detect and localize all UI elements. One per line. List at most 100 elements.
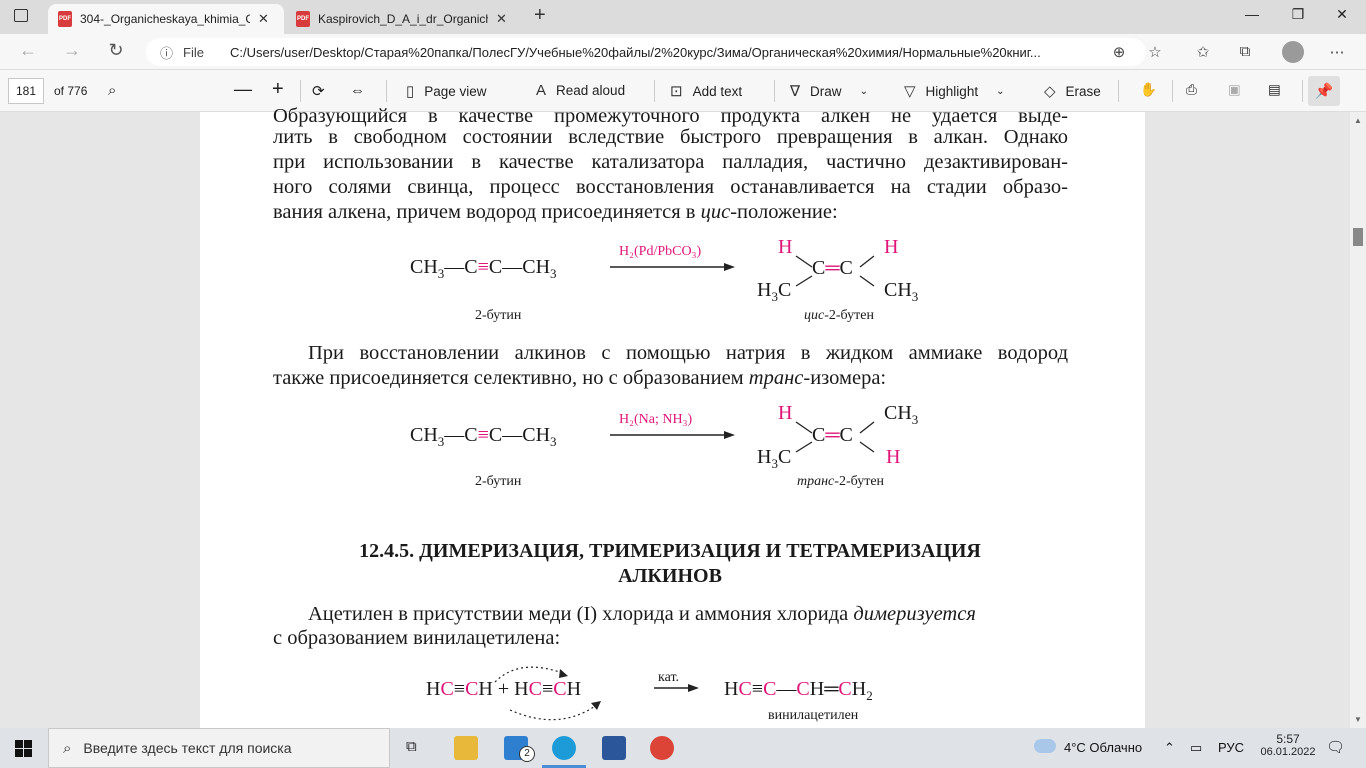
print-icon[interactable]: ⎙ — [1186, 82, 1197, 98]
info-icon[interactable]: ⓘ — [160, 43, 173, 62]
clock-time: 5:57 — [1276, 732, 1300, 746]
window-close-icon[interactable]: ✕ — [1322, 6, 1362, 23]
paragraph-line: также присоединяется селективно, но с об… — [273, 367, 887, 389]
pdf-icon: PDF — [296, 11, 310, 27]
bonds — [795, 421, 875, 453]
clock[interactable]: 5:57 06.01.2022 — [1260, 732, 1315, 758]
butyne-formula: CH3—C≡C—CH3 — [410, 256, 557, 281]
close-icon[interactable]: ✕ — [496, 11, 507, 27]
collections-icon[interactable]: ⧉ — [1234, 43, 1256, 60]
page-view-label: Page view — [424, 83, 487, 99]
tab-actions-icon[interactable] — [14, 9, 28, 22]
page-total: of 776 — [54, 84, 88, 98]
fit-icon[interactable]: ⇔ — [350, 82, 365, 99]
paragraph-line: ного солями свинца, процесс восстановлен… — [273, 176, 1068, 198]
caption: 2-бутин — [475, 308, 522, 323]
url-field[interactable]: ⓘ File C:/Users/user/Desktop/Старая%20па… — [146, 38, 1146, 66]
favorite-add-icon[interactable]: ☆ — [1144, 43, 1166, 61]
mail-badge: 2 — [519, 746, 535, 762]
save-as-icon[interactable]: ▤ — [1268, 82, 1281, 98]
add-text-label: Add text — [692, 83, 743, 99]
read-aloud-icon: A — [536, 82, 547, 99]
notifications-icon[interactable]: 🗨 — [1326, 738, 1345, 756]
methyl-group: H3C — [757, 279, 792, 304]
taskbar-search-input[interactable]: ⌕ Введите здесь текст для поиска — [48, 728, 390, 768]
address-bar: ← → ↻ ⓘ File C:/Users/user/Desktop/Стара… — [0, 34, 1366, 70]
highlight-label: Highlight — [925, 83, 979, 99]
profile-avatar[interactable] — [1282, 41, 1304, 63]
restore-icon[interactable]: ❐ — [1278, 6, 1318, 23]
touch-icon[interactable]: ✋ — [1140, 82, 1157, 98]
bonds — [795, 255, 875, 287]
caption: транс-2-бутен — [797, 474, 885, 489]
windows-start-icon[interactable] — [15, 740, 32, 757]
reagent-label: H₂(Na; NH₃) — [619, 412, 693, 427]
caption: 2-бутин — [475, 474, 522, 489]
draw-label: Draw — [810, 83, 842, 99]
zoom-icon[interactable]: ⊕ — [1108, 43, 1130, 61]
text-box-icon: ⊡ — [670, 83, 683, 100]
refresh-icon[interactable]: ↻ — [104, 40, 128, 61]
tab-0[interactable]: PDF 304-_Organicheskaya_khimia_Ch ✕ — [48, 4, 284, 34]
file-label: File — [183, 44, 204, 60]
vinylacetylene-formula: HC≡C—CH═CH2 — [724, 678, 873, 703]
read-aloud-button[interactable]: A Read aloud — [536, 82, 625, 99]
erase-label: Erase — [1065, 83, 1101, 99]
paragraph-line: вания алкена, причем водород присоединяе… — [273, 201, 838, 223]
eraser-icon: ◇ — [1044, 83, 1056, 100]
word-icon[interactable] — [602, 736, 626, 760]
file-explorer-icon[interactable] — [454, 736, 478, 760]
paragraph-line: Ацетилен в присутствии меди (I) хлорида … — [308, 603, 976, 625]
tab-title: 304-_Organicheskaya_khimia_Ch — [80, 12, 250, 26]
search-placeholder: Введите здесь текст для поиска — [83, 740, 292, 756]
scroll-up-icon[interactable]: ▲ — [1354, 116, 1362, 125]
scrollbar[interactable]: ▲ ▼ — [1350, 112, 1366, 728]
chevron-down-icon[interactable]: ⌄ — [996, 86, 1004, 97]
edge-icon[interactable] — [552, 736, 576, 760]
highlight-button[interactable]: ▽ Highlight ⌄ — [904, 82, 1004, 100]
back-icon[interactable]: ← — [16, 40, 40, 61]
favorites-icon[interactable]: ✩ — [1192, 43, 1214, 61]
search-icon[interactable]: ⌕ — [108, 82, 116, 99]
paragraph-line: при использовании в качестве катализатор… — [273, 151, 1068, 173]
pin-icon[interactable]: 📌 — [1308, 76, 1340, 106]
scroll-down-icon[interactable]: ▼ — [1354, 715, 1362, 724]
pdf-viewer: Образующийся в качестве промежуточного п… — [0, 105, 1366, 728]
save-icon[interactable]: ▣ — [1228, 82, 1241, 98]
page-view-button[interactable]: ▯ Page view — [406, 82, 487, 100]
forward-icon[interactable]: → — [60, 40, 84, 61]
zoom-in-icon[interactable]: + — [272, 78, 284, 101]
search-icon: ⌕ — [63, 739, 72, 757]
network-icon[interactable]: ▭ — [1190, 740, 1202, 756]
paragraph-line: лить в свободном состоянии вследствие бы… — [273, 126, 1068, 148]
task-view-icon[interactable]: ⧉ — [406, 738, 417, 755]
reagent-label: H₂(Pd/PbCO₃) — [619, 244, 702, 259]
more-icon[interactable]: ⋯ — [1326, 43, 1348, 61]
section-heading: 12.4.5. ДИМЕРИЗАЦИЯ, ТРИМЕРИЗАЦИЯ И ТЕТР… — [359, 540, 981, 562]
new-tab-icon[interactable]: + — [534, 4, 546, 27]
erase-button[interactable]: ◇ Erase — [1044, 82, 1101, 100]
chevron-down-icon[interactable]: ⌄ — [860, 86, 868, 97]
chrome-icon[interactable] — [650, 736, 674, 760]
pdf-page: Образующийся в качестве промежуточного п… — [200, 105, 1145, 728]
minimize-icon[interactable]: — — [1232, 6, 1272, 22]
draw-button[interactable]: ∇ Draw ⌄ — [790, 82, 868, 100]
page-number-input[interactable]: 181 — [8, 78, 44, 104]
caption: винилацетилен — [768, 708, 859, 723]
reaction-arrow — [654, 684, 699, 692]
section-heading: АЛКИНОВ — [618, 565, 722, 587]
cloud-icon — [1034, 739, 1056, 753]
language-indicator[interactable]: РУС — [1218, 740, 1244, 755]
add-text-button[interactable]: ⊡ Add text — [670, 82, 742, 100]
tab-1[interactable]: PDF Kaspirovich_D_A_i_dr_Organiche ✕ — [286, 4, 526, 34]
highlighter-icon: ▽ — [904, 83, 916, 100]
caption: цис-2-бутен — [804, 308, 874, 323]
tab-bar: PDF 304-_Organicheskaya_khimia_Ch ✕ PDF … — [0, 0, 1366, 34]
zoom-out-icon[interactable]: — — [234, 79, 252, 100]
close-icon[interactable]: ✕ — [258, 11, 269, 27]
taskbar: ⌕ Введите здесь текст для поиска ⧉ 2 4°C… — [0, 728, 1366, 768]
weather-text[interactable]: 4°C Облачно — [1064, 740, 1142, 755]
chevron-up-icon[interactable]: ⌃ — [1164, 740, 1175, 756]
scroll-thumb[interactable] — [1353, 228, 1363, 246]
rotate-icon[interactable]: ⟳ — [312, 82, 325, 100]
